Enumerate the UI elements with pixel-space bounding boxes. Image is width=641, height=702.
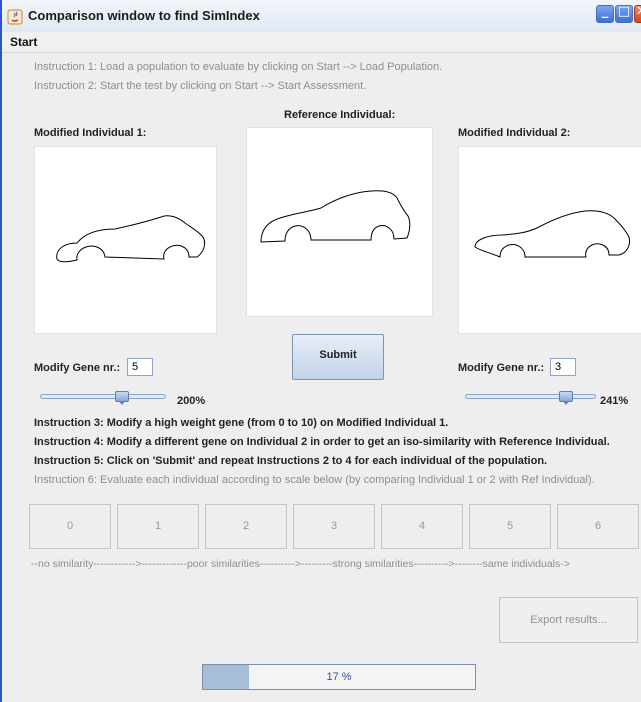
instruction-3: Instruction 3: Modify a high weight gene… bbox=[34, 417, 449, 429]
menu-start[interactable]: Start bbox=[10, 35, 37, 49]
instruction-4: Instruction 4: Modify a different gene o… bbox=[34, 436, 610, 448]
maximize-button[interactable]: □ bbox=[615, 4, 633, 23]
instruction-6: Instruction 6: Evaluate each individual … bbox=[34, 474, 595, 486]
minimize-button[interactable]: _ bbox=[596, 4, 614, 23]
minimize-icon: _ bbox=[601, 4, 609, 19]
close-icon: ✕ bbox=[635, 4, 641, 19]
gene-1-slider-value: 200% bbox=[177, 395, 206, 407]
gene-number-2-field[interactable]: 3 bbox=[550, 358, 576, 376]
scale-button-5[interactable]: 5 bbox=[469, 504, 551, 549]
reference-individual-panel bbox=[246, 127, 433, 317]
export-results-button[interactable]: Export results... bbox=[499, 597, 638, 643]
gene-1-slider[interactable] bbox=[40, 394, 166, 399]
gene-2-slider-thumb[interactable] bbox=[558, 391, 573, 405]
instruction-2: Instruction 2: Start the test by clickin… bbox=[34, 80, 367, 92]
gene-2-slider[interactable] bbox=[465, 394, 596, 399]
scale-button-4[interactable]: 4 bbox=[381, 504, 463, 549]
scale-button-3[interactable]: 3 bbox=[293, 504, 375, 549]
modified-individual-1-panel bbox=[34, 146, 217, 334]
instruction-1: Instruction 1: Load a population to eval… bbox=[34, 61, 443, 73]
modified-individual-2-label: Modified Individual 2: bbox=[458, 127, 571, 139]
java-app-icon bbox=[7, 9, 23, 25]
modified-individual-2-panel bbox=[458, 146, 641, 334]
similarity-scale-legend: --no similarity------------>------------… bbox=[31, 558, 570, 570]
car-profile-reference-drawing bbox=[260, 190, 411, 243]
modify-gene-1-label: Modify Gene nr.: bbox=[34, 362, 121, 374]
app-window: Comparison window to find SimIndex _ □ ✕… bbox=[0, 0, 641, 702]
menu-bar: Start bbox=[2, 32, 641, 53]
submit-button[interactable]: Submit bbox=[292, 334, 384, 380]
scale-button-6[interactable]: 6 bbox=[557, 504, 639, 549]
car-profile-2-drawing bbox=[474, 210, 630, 258]
scale-button-1[interactable]: 1 bbox=[117, 504, 199, 549]
scale-button-2[interactable]: 2 bbox=[205, 504, 287, 549]
gene-number-1-field[interactable]: 5 bbox=[127, 358, 153, 376]
window-title: Comparison window to find SimIndex bbox=[28, 8, 260, 23]
gene-2-slider-value: 241% bbox=[600, 395, 629, 407]
instruction-5: Instruction 5: Click on 'Submit' and rep… bbox=[34, 455, 548, 467]
reference-individual-label: Reference Individual: bbox=[284, 109, 396, 121]
scale-button-0[interactable]: 0 bbox=[29, 504, 111, 549]
close-button[interactable]: ✕ bbox=[634, 4, 641, 23]
modified-individual-1-label: Modified Individual 1: bbox=[34, 127, 147, 139]
gene-1-slider-thumb[interactable] bbox=[115, 391, 130, 405]
progress-bar: 17 % bbox=[202, 664, 476, 690]
progress-label: 17 % bbox=[326, 671, 352, 683]
title-bar[interactable]: Comparison window to find SimIndex _ □ ✕ bbox=[2, 0, 641, 33]
modify-gene-2-label: Modify Gene nr.: bbox=[458, 362, 545, 374]
maximize-icon: □ bbox=[617, 4, 631, 19]
car-profile-1-drawing bbox=[56, 215, 206, 263]
